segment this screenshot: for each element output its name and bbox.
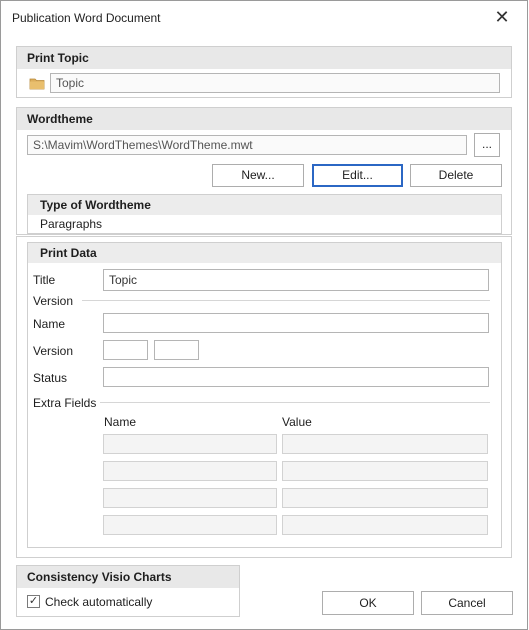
check-automatically-checkbox[interactable]: ✓ xyxy=(27,595,40,608)
version-major-field[interactable] xyxy=(103,340,148,360)
extra-fields-divider xyxy=(100,402,490,403)
status-label: Status xyxy=(33,371,68,385)
extra-name-cell[interactable] xyxy=(103,488,277,508)
consistency-heading: Consistency Visio Charts xyxy=(17,566,239,588)
wordtheme-heading: Wordtheme xyxy=(17,108,511,130)
extra-value-cell[interactable] xyxy=(282,488,488,508)
extra-fields-section-label: Extra Fields xyxy=(33,396,97,410)
cancel-button[interactable]: Cancel xyxy=(421,591,513,615)
folder-icon xyxy=(29,76,45,90)
version-minor-field[interactable] xyxy=(154,340,199,360)
wordtheme-type-value: Paragraphs xyxy=(40,217,103,231)
version-section-label: Version xyxy=(33,294,74,308)
topic-field[interactable]: Topic xyxy=(50,73,500,93)
edit-button[interactable]: Edit... xyxy=(312,164,403,187)
status-field[interactable] xyxy=(103,367,489,387)
new-button[interactable]: New... xyxy=(212,164,304,187)
browse-button[interactable]: ... xyxy=(474,133,500,157)
version-label: Version xyxy=(33,344,74,358)
ok-button[interactable]: OK xyxy=(322,591,414,615)
extra-name-cell[interactable] xyxy=(103,434,277,454)
title-label: Title xyxy=(33,273,56,287)
name-label: Name xyxy=(33,317,66,331)
extra-name-cell[interactable] xyxy=(103,515,277,535)
title-field[interactable]: Topic xyxy=(103,269,489,291)
print-topic-heading: Print Topic xyxy=(17,47,511,69)
version-divider xyxy=(82,300,490,301)
type-of-wordtheme-heading: Type of Wordtheme xyxy=(28,195,501,215)
extra-name-cell[interactable] xyxy=(103,461,277,481)
delete-button[interactable]: Delete xyxy=(410,164,502,187)
check-automatically-label: Check automatically xyxy=(45,595,153,609)
print-data-heading: Print Data xyxy=(28,243,501,263)
extra-value-cell[interactable] xyxy=(282,434,488,454)
consistency-group: Consistency Visio Charts xyxy=(16,565,240,617)
extra-value-cell[interactable] xyxy=(282,461,488,481)
wordtheme-path-field[interactable]: S:\Mavim\WordThemes\WordTheme.mwt xyxy=(27,135,467,155)
name-field[interactable] xyxy=(103,313,489,333)
extra-col-value-header: Value xyxy=(282,415,312,429)
window-title: Publication Word Document xyxy=(12,11,161,25)
extra-col-name-header: Name xyxy=(104,415,137,429)
extra-value-cell[interactable] xyxy=(282,515,488,535)
close-icon[interactable]: ✕ xyxy=(490,6,514,28)
